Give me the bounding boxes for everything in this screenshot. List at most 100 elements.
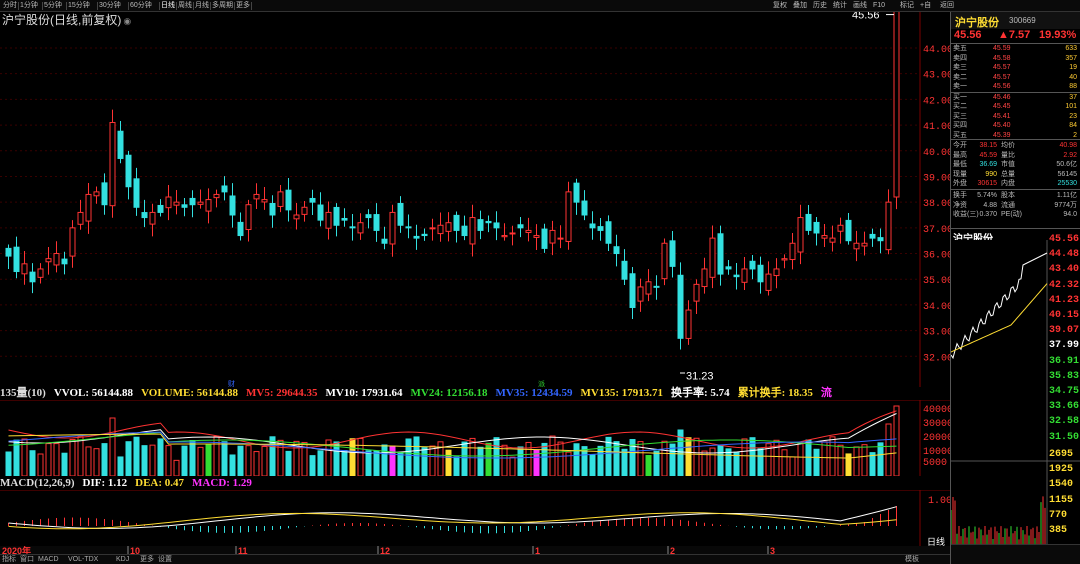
candle	[637, 278, 644, 312]
indicator-tab-2[interactable]: MACD	[38, 555, 59, 564]
candle-body	[445, 222, 452, 232]
volume-bar	[285, 450, 292, 476]
candle-body	[253, 193, 260, 200]
volume-indicator-name[interactable]: 135量(10)	[0, 387, 46, 399]
candle-body	[685, 309, 692, 339]
period-tab-10[interactable]: 更多	[236, 0, 250, 12]
tool-button-1[interactable]: 叠加	[793, 0, 807, 12]
price-axis-label: 36.00	[923, 251, 950, 262]
volume-bar	[53, 443, 60, 476]
candle-body	[349, 226, 356, 229]
volume-bar	[885, 423, 892, 476]
volume-bar	[397, 452, 404, 476]
stat-label: 换手	[953, 192, 967, 199]
macd-indicator-name[interactable]: MACD(12,26,9)	[0, 477, 75, 489]
tool-button-8[interactable]: 返回	[940, 0, 954, 12]
candle	[709, 225, 716, 289]
period-tab-1[interactable]: 1分钟	[20, 0, 38, 12]
candle-body	[629, 273, 636, 308]
stat-value: 38.15	[979, 142, 997, 149]
period-tab-8[interactable]: 月线	[195, 0, 209, 12]
tool-button-4[interactable]: 画线	[853, 0, 867, 12]
period-tab-5[interactable]: 60分钟	[130, 0, 152, 12]
volume-chart[interactable]: 40000 30000 20000 100005000	[0, 400, 950, 476]
candle	[405, 214, 412, 239]
candle-body	[461, 225, 468, 237]
candle	[349, 214, 356, 241]
period-tab-6[interactable]: 日线	[161, 0, 175, 12]
price-axis-label: 43.00	[923, 71, 950, 82]
stat-label: 均价	[1001, 142, 1015, 149]
volume-bar	[741, 438, 748, 476]
candle-body	[389, 211, 396, 245]
volume-bar	[797, 442, 804, 476]
candle	[365, 209, 372, 229]
mini-price-label: 40.15	[1049, 310, 1080, 321]
stat-label: 外盘	[953, 180, 967, 187]
period-tab-4[interactable]: 30分钟	[99, 0, 121, 12]
candle-body	[317, 204, 324, 221]
candle	[789, 232, 796, 270]
candlestick-chart[interactable]: 45.56 31.23 44.00 43.00 42.00 41.00 40.00 39.00…	[0, 12, 950, 387]
candle-body	[749, 260, 756, 270]
volume-bar	[117, 456, 124, 476]
candle-body	[885, 201, 892, 251]
order-price: 45.58	[993, 54, 1011, 62]
candle	[629, 267, 636, 320]
candle-body	[581, 200, 588, 216]
candle	[93, 186, 100, 204]
candle-body	[557, 237, 564, 240]
mini-price-label: 41.23	[1049, 294, 1080, 306]
candle	[501, 223, 508, 241]
stat-label: 市值	[1001, 161, 1015, 168]
candle-body	[221, 185, 228, 193]
volume-bar	[45, 443, 52, 476]
order-level-label: 买一	[953, 93, 967, 101]
period-tab-0[interactable]: 分时	[3, 0, 17, 12]
price-axis-label: 39.00	[923, 173, 950, 184]
candle-body	[365, 214, 372, 219]
last-price: 45.56	[954, 29, 982, 41]
divider	[193, 2, 194, 10]
volume-bar	[877, 442, 884, 476]
macd-chart[interactable]: 1.00	[0, 490, 950, 546]
indicator-tab-6[interactable]: 设置	[158, 555, 172, 564]
candle-body	[341, 217, 348, 221]
candle-body	[189, 197, 196, 206]
candle	[613, 234, 620, 267]
period-tab-3[interactable]: 15分钟	[68, 0, 90, 12]
period-tab-9[interactable]: 多周期	[212, 0, 233, 12]
indicator-tab-3[interactable]: VOL-TDX	[68, 555, 98, 564]
tool-button-3[interactable]: 统计	[833, 0, 847, 12]
candle	[125, 150, 132, 200]
indicator-tab-0[interactable]: 指标	[2, 555, 16, 564]
tool-button-6[interactable]: 标记	[900, 0, 914, 12]
candle-body	[669, 240, 676, 267]
indicator-tab-5[interactable]: 更多	[140, 555, 154, 564]
candle-body	[357, 222, 364, 234]
tool-button-2[interactable]: 历史	[813, 0, 827, 12]
tool-button-5[interactable]: F10	[873, 0, 885, 12]
candle	[333, 203, 340, 237]
indicator-tab-4[interactable]: KDJ	[116, 555, 129, 564]
candle	[509, 225, 516, 246]
candle-body	[197, 201, 204, 205]
candle-body	[381, 238, 388, 244]
order-level-label: 卖一	[953, 83, 967, 90]
mini-tab-daily[interactable]: 日线	[927, 535, 945, 548]
tool-button-0[interactable]: 复权	[773, 0, 787, 12]
stat-label: 最低	[953, 161, 967, 168]
candle	[373, 203, 380, 242]
template-button[interactable]: 模板	[905, 555, 919, 564]
period-tab-2[interactable]: 5分钟	[44, 0, 62, 12]
divider	[176, 2, 177, 10]
indicator-tab-1[interactable]: 窗口	[20, 555, 34, 564]
tool-button-7[interactable]: +自	[920, 0, 931, 12]
candle	[677, 262, 684, 350]
candle	[741, 257, 748, 291]
mini-volume-label: 770	[1049, 509, 1068, 521]
candle-body	[437, 224, 444, 235]
volume-bar	[653, 450, 660, 476]
period-tab-7[interactable]: 周线	[178, 0, 192, 12]
candle-body	[845, 219, 852, 242]
